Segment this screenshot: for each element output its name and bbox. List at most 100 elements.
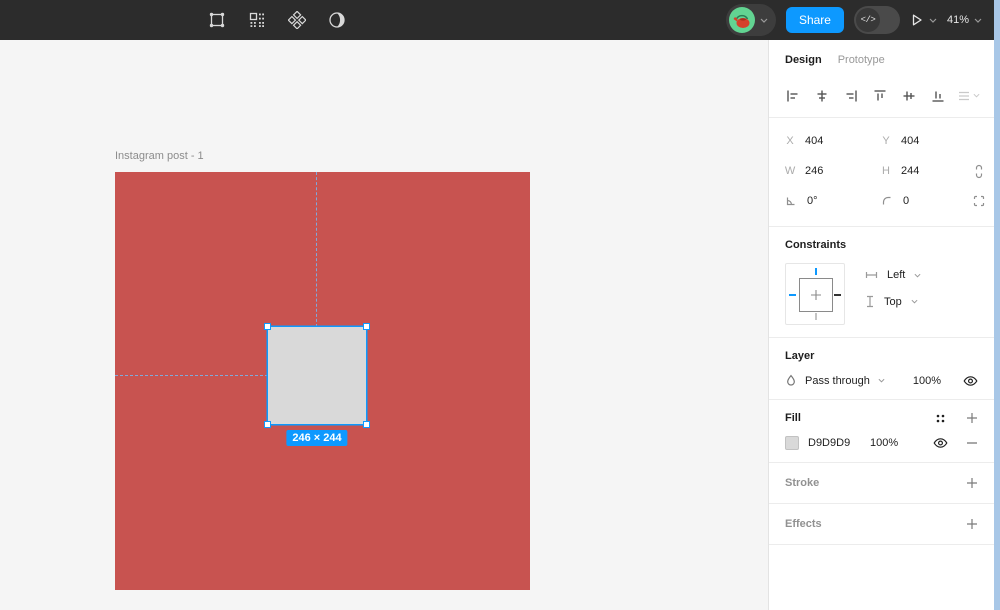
frame-label[interactable]: Instagram post - 1 xyxy=(115,150,204,162)
width-value[interactable]: 246 xyxy=(805,165,823,177)
top-toolbar: Share </> 41% xyxy=(0,0,994,40)
independent-corners-icon[interactable] xyxy=(973,195,991,207)
height-field[interactable]: H 244 xyxy=(881,165,973,177)
chevron-down-icon xyxy=(760,18,768,23)
constraints-title: Constraints xyxy=(785,239,847,251)
resize-handle-top-left[interactable] xyxy=(264,323,271,330)
toolbar-right-group: Share </> 41% xyxy=(725,0,982,40)
tab-prototype[interactable]: Prototype xyxy=(838,54,885,66)
selected-rectangle[interactable]: 246 × 244 xyxy=(264,323,370,446)
tab-design[interactable]: Design xyxy=(785,54,822,66)
stroke-section: Stroke xyxy=(769,463,994,504)
effects-section: Effects xyxy=(769,504,994,545)
layer-opacity-field[interactable]: 100% xyxy=(913,375,941,387)
constraint-bottom-tick[interactable] xyxy=(815,313,817,320)
chevron-down-icon xyxy=(929,18,937,23)
corner-radius-icon xyxy=(881,195,893,207)
align-left-icon[interactable] xyxy=(783,86,803,106)
blend-mode-dropdown[interactable]: Pass through xyxy=(805,375,870,387)
present-menu[interactable] xyxy=(910,13,937,27)
add-fill-icon[interactable] xyxy=(966,412,978,424)
layout-grid-icon[interactable] xyxy=(244,7,270,33)
fill-title: Fill xyxy=(785,412,801,424)
components-icon[interactable] xyxy=(284,7,310,33)
rotation-field[interactable]: 0° xyxy=(785,195,881,207)
constraints-section: Constraints Left Top xyxy=(769,227,994,338)
fill-visibility-eye-icon[interactable] xyxy=(933,437,948,449)
code-icon: </> xyxy=(855,8,880,32)
height-label: H xyxy=(882,165,890,177)
avatar xyxy=(728,7,755,33)
height-value[interactable]: 244 xyxy=(901,165,919,177)
properties-panel: Design Prototype X 404 Y 404 W 246 H 244… xyxy=(768,40,994,610)
chevron-down-icon xyxy=(914,273,921,278)
chevron-down-icon xyxy=(878,378,885,383)
mask-icon[interactable] xyxy=(324,7,350,33)
panel-tabs: Design Prototype xyxy=(769,40,994,80)
constraint-right-tick[interactable] xyxy=(834,294,841,296)
y-label: Y xyxy=(882,135,890,147)
edit-object-icon[interactable] xyxy=(204,7,230,33)
constraint-top-tick[interactable] xyxy=(815,268,817,275)
share-button[interactable]: Share xyxy=(785,7,844,33)
selection-size-badge: 246 × 244 xyxy=(286,430,348,446)
vertical-constraint-dropdown[interactable]: Top xyxy=(865,295,921,308)
vertical-constraint-value: Top xyxy=(884,295,902,308)
align-bottom-icon[interactable] xyxy=(928,86,948,106)
fill-styles-icon[interactable] xyxy=(935,413,946,424)
blend-mode-icon xyxy=(785,374,797,387)
effects-title: Effects xyxy=(785,518,822,530)
x-position-field[interactable]: X 404 xyxy=(785,135,881,147)
corner-radius-value[interactable]: 0 xyxy=(903,195,909,207)
corner-radius-field[interactable]: 0 xyxy=(881,195,973,207)
align-v-center-icon[interactable] xyxy=(899,86,919,106)
y-position-field[interactable]: Y 404 xyxy=(881,135,973,147)
remove-fill-icon[interactable] xyxy=(966,437,978,449)
vertical-constraint-icon xyxy=(865,295,875,308)
add-stroke-icon[interactable] xyxy=(966,477,978,489)
layer-visibility-eye-icon[interactable] xyxy=(963,375,978,387)
align-h-center-icon[interactable] xyxy=(812,86,832,106)
resize-handle-bottom-right[interactable] xyxy=(363,421,370,428)
constraints-center xyxy=(799,278,833,312)
constraint-left-tick[interactable] xyxy=(789,294,796,296)
horizontal-constraint-icon xyxy=(865,270,878,280)
toolbar-icon-group xyxy=(204,0,350,40)
distribute-icon[interactable] xyxy=(957,89,980,103)
distance-guide-vertical xyxy=(316,172,317,327)
constraints-widget[interactable] xyxy=(785,263,845,325)
layer-section: Layer Pass through 100% xyxy=(769,338,994,400)
layer-title: Layer xyxy=(785,350,815,362)
horizontal-constraint-dropdown[interactable]: Left xyxy=(865,269,921,281)
zoom-menu[interactable]: 41% xyxy=(947,14,982,26)
rotation-value[interactable]: 0° xyxy=(807,195,818,207)
fill-section: Fill D9D9D9 100% xyxy=(769,400,994,463)
fill-hex-field[interactable]: D9D9D9 xyxy=(808,437,870,449)
fill-opacity-field[interactable]: 100% xyxy=(870,437,910,449)
align-right-icon[interactable] xyxy=(841,86,861,106)
x-value[interactable]: 404 xyxy=(805,135,823,147)
add-effect-icon[interactable] xyxy=(966,518,978,530)
alignment-toolbar xyxy=(769,80,994,118)
resize-handle-top-right[interactable] xyxy=(363,323,370,330)
distance-guide-horizontal xyxy=(115,375,268,376)
dev-mode-toggle[interactable]: </> xyxy=(853,6,900,34)
rotation-icon xyxy=(785,195,797,207)
canvas[interactable]: Instagram post - 1 246 × 244 xyxy=(0,40,768,610)
zoom-level: 41% xyxy=(946,14,969,26)
y-value[interactable]: 404 xyxy=(901,135,919,147)
constrain-proportions-icon[interactable] xyxy=(973,164,991,179)
transform-section: X 404 Y 404 W 246 H 244 0° 0 xyxy=(769,118,994,227)
account-menu[interactable] xyxy=(725,4,776,36)
scrollbar[interactable] xyxy=(994,0,1000,610)
fill-row: D9D9D9 100% xyxy=(785,436,978,450)
play-icon xyxy=(910,13,924,27)
resize-handle-bottom-left[interactable] xyxy=(264,421,271,428)
chevron-down-icon xyxy=(911,299,918,304)
x-label: X xyxy=(786,135,794,147)
stroke-title: Stroke xyxy=(785,477,820,489)
width-field[interactable]: W 246 xyxy=(785,165,881,177)
fill-color-swatch[interactable] xyxy=(785,436,799,450)
align-top-icon[interactable] xyxy=(870,86,890,106)
chevron-down-icon xyxy=(974,18,982,23)
